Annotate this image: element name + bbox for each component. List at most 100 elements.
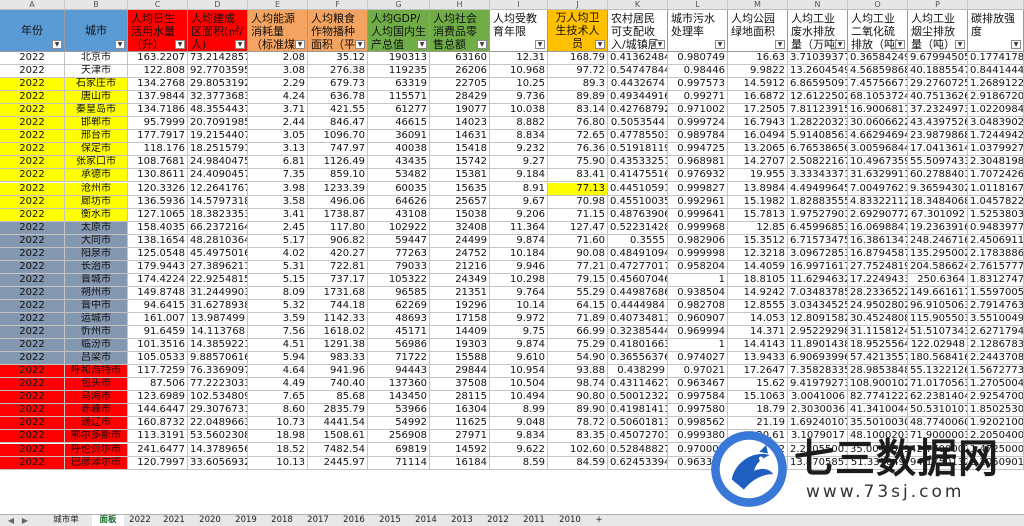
tab-scroll-right-icon[interactable]: ▶: [18, 515, 32, 526]
table-cell[interactable]: 179.9443: [128, 260, 188, 274]
table-cell[interactable]: 28115: [430, 391, 490, 405]
table-cell[interactable]: 122.02948: [908, 339, 968, 353]
table-cell[interactable]: 10.184: [490, 247, 548, 261]
table-cell[interactable]: 9.41979273: [788, 378, 848, 392]
table-cell[interactable]: 4.49499645: [788, 182, 848, 196]
table-cell[interactable]: 1126.49: [308, 156, 368, 170]
header-cell[interactable]: 人均工业废水排放量（万吨） ▼: [788, 10, 848, 52]
table-cell[interactable]: 0.968981: [668, 156, 728, 170]
table-cell[interactable]: 太原市: [65, 221, 128, 235]
filter-dropdown-icon[interactable]: ▼: [52, 40, 62, 49]
table-cell[interactable]: 15.3512: [728, 234, 788, 248]
table-cell[interactable]: 1.27050048: [968, 378, 1024, 392]
table-cell[interactable]: 0.3555: [608, 234, 668, 248]
table-cell[interactable]: 巴彦淖尔市: [65, 456, 128, 470]
table-cell[interactable]: 744.18: [308, 299, 368, 313]
table-cell[interactable]: 邯郸市: [65, 117, 128, 131]
column-letter[interactable]: C: [128, 0, 188, 10]
table-cell[interactable]: 89.90: [548, 404, 608, 418]
table-cell[interactable]: 85.68: [308, 391, 368, 405]
table-cell[interactable]: 2022: [0, 195, 65, 209]
table-cell[interactable]: 20.7091985: [188, 117, 248, 131]
table-cell[interactable]: 71.60: [548, 234, 608, 248]
table-cell[interactable]: 19.2363916: [908, 221, 968, 235]
table-cell[interactable]: 2022: [0, 234, 65, 248]
table-cell[interactable]: 0.45510035: [608, 195, 668, 209]
table-cell[interactable]: 3.58: [248, 195, 308, 209]
table-cell[interactable]: 2.30481982: [968, 156, 1024, 170]
table-cell[interactable]: 256908: [368, 430, 430, 444]
table-cell[interactable]: 2022: [0, 247, 65, 261]
table-cell[interactable]: 26206: [430, 65, 490, 79]
table-cell[interactable]: 24349: [430, 273, 490, 287]
table-cell[interactable]: 69819: [368, 443, 430, 457]
table-cell[interactable]: 乌海市: [65, 391, 128, 405]
table-cell[interactable]: 9.9822: [728, 65, 788, 79]
table-cell[interactable]: 27.3896211: [188, 260, 248, 274]
filter-dropdown-icon[interactable]: ▼: [1011, 40, 1021, 49]
table-cell[interactable]: 呼和浩特市: [65, 365, 128, 379]
table-cell[interactable]: 1.85025301: [968, 404, 1024, 418]
table-cell[interactable]: 16.63: [728, 52, 788, 66]
table-cell[interactable]: 0.41362484: [608, 52, 668, 66]
table-cell[interactable]: 0.974027: [668, 352, 728, 366]
table-cell[interactable]: 15742: [430, 156, 490, 170]
table-cell[interactable]: 248.246716: [908, 234, 968, 248]
table-cell[interactable]: 9.232: [490, 143, 548, 157]
table-cell[interactable]: 27971: [430, 430, 490, 444]
table-cell[interactable]: 105.0533: [128, 352, 188, 366]
table-cell[interactable]: 66.2372164: [188, 221, 248, 235]
table-cell[interactable]: 3.55100490: [968, 313, 1024, 327]
table-cell[interactable]: 0.50601813: [608, 417, 668, 431]
table-cell[interactable]: 0.41981411: [608, 404, 668, 418]
table-cell[interactable]: 8.09: [248, 286, 308, 300]
table-cell[interactable]: 859.10: [308, 169, 368, 183]
table-cell[interactable]: 7.03483785: [788, 286, 848, 300]
table-cell[interactable]: 16.6872: [728, 91, 788, 105]
header-cell[interactable]: 碳排放强度 ▼: [968, 10, 1024, 52]
table-cell[interactable]: 2022: [0, 182, 65, 196]
table-cell[interactable]: 63160: [430, 52, 490, 66]
table-cell[interactable]: 2022: [0, 443, 65, 457]
table-cell[interactable]: 1096.70: [308, 130, 368, 144]
table-cell[interactable]: 11.8901438: [788, 339, 848, 353]
table-cell[interactable]: 168.79: [548, 52, 608, 66]
table-cell[interactable]: 2.76157778: [968, 260, 1024, 274]
table-cell[interactable]: 77263: [368, 247, 430, 261]
table-cell[interactable]: 10.25: [490, 78, 548, 92]
table-cell[interactable]: 46615: [368, 117, 430, 131]
table-cell[interactable]: 62.2381404: [908, 391, 968, 405]
table-cell[interactable]: 250.6364: [908, 273, 968, 287]
table-cell[interactable]: 3.13: [248, 143, 308, 157]
table-cell[interactable]: 32408: [430, 221, 490, 235]
table-cell[interactable]: 21216: [430, 260, 490, 274]
table-cell[interactable]: 1508.61: [308, 430, 368, 444]
table-cell[interactable]: 2.08: [248, 52, 308, 66]
table-cell[interactable]: 0.62453394: [608, 456, 668, 470]
table-cell[interactable]: 137.9844: [128, 91, 188, 105]
table-cell[interactable]: 2.69290772: [848, 208, 908, 222]
table-cell[interactable]: 64626: [368, 195, 430, 209]
table-cell[interactable]: 35.12: [308, 52, 368, 66]
table-cell[interactable]: 125.0548: [128, 247, 188, 261]
table-cell[interactable]: 15.1063: [728, 391, 788, 405]
table-cell[interactable]: 31.2449903: [188, 286, 248, 300]
table-cell[interactable]: 11625: [430, 417, 490, 431]
table-cell[interactable]: 0.938504: [668, 286, 728, 300]
table-cell[interactable]: 14.053: [728, 313, 788, 327]
table-cell[interactable]: 3.71039377: [788, 52, 848, 66]
table-cell[interactable]: 9.874: [490, 234, 548, 248]
table-cell[interactable]: 846.47: [308, 117, 368, 131]
table-cell[interactable]: 15.1982: [728, 195, 788, 209]
table-cell[interactable]: 0.960907: [668, 313, 728, 327]
filter-dropdown-icon[interactable]: ▼: [715, 40, 725, 49]
table-cell[interactable]: 1142.33: [308, 313, 368, 327]
table-cell[interactable]: 2022: [0, 456, 65, 470]
table-cell[interactable]: 27.7524819: [848, 260, 908, 274]
table-cell[interactable]: 2022: [0, 417, 65, 431]
table-cell[interactable]: 16.0698847: [848, 221, 908, 235]
sheet-tab[interactable]: 2018: [266, 515, 298, 526]
table-cell[interactable]: 0.982708: [668, 299, 728, 313]
table-cell[interactable]: 0.997573: [668, 78, 728, 92]
table-cell[interactable]: 16.9006811: [848, 104, 908, 118]
